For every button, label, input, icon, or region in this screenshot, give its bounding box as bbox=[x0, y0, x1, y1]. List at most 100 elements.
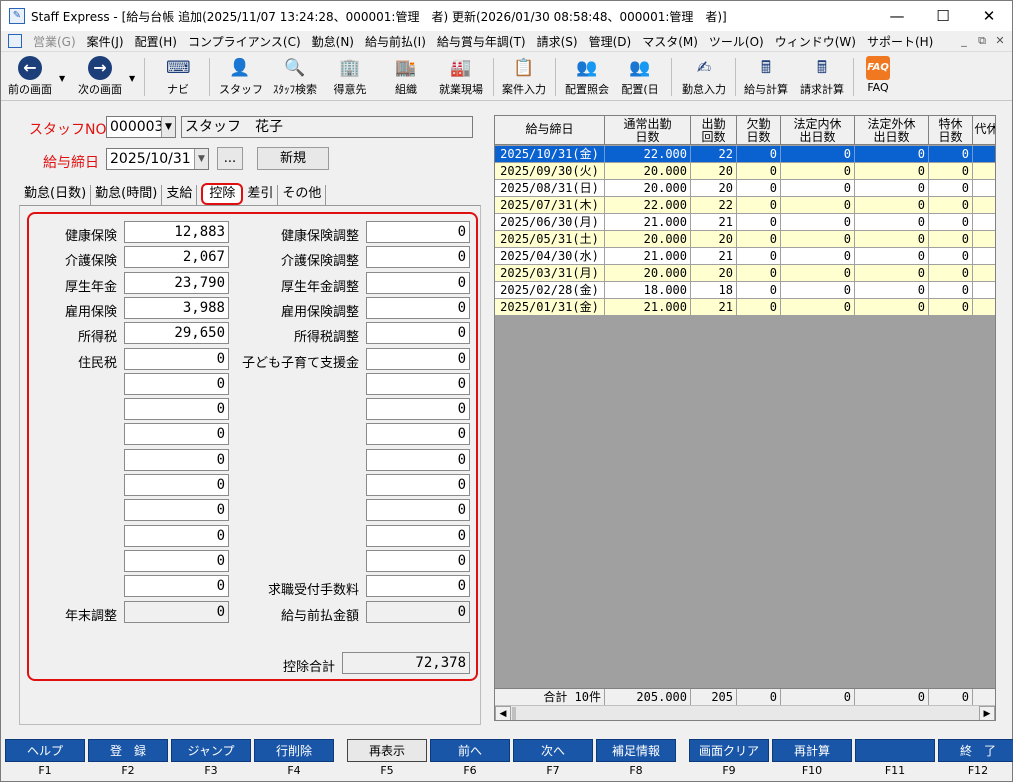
next-dropdown-icon[interactable]: ▼ bbox=[129, 74, 135, 83]
menu-assign[interactable]: 配置(H) bbox=[135, 33, 177, 50]
deduction-left-field-9[interactable]: 0 bbox=[124, 449, 229, 471]
table-row[interactable]: 2025/08/31(日)20.0002000000 bbox=[495, 180, 995, 197]
staff-search-button[interactable]: 🔍 ｽﾀｯﾌ検索 bbox=[267, 54, 323, 100]
tab-deductions[interactable]: 控除 bbox=[201, 183, 244, 205]
attendance-input-button[interactable]: ✍ 勤怠入力 bbox=[677, 54, 731, 100]
org-button[interactable]: 🏬 組織 bbox=[385, 54, 427, 100]
fkey-label[interactable]: 前へ bbox=[430, 739, 510, 762]
minimize-button[interactable]: — bbox=[874, 1, 920, 31]
deduction-right-field-3[interactable]: 0 bbox=[366, 297, 470, 319]
deduction-left-field-10[interactable]: 0 bbox=[124, 474, 229, 496]
fkey-f4[interactable]: 行削除 F4 bbox=[254, 739, 334, 782]
deduction-right-field-5[interactable]: 0 bbox=[366, 348, 470, 370]
deduction-left-field-0[interactable]: 12,883 bbox=[124, 221, 229, 243]
grid-header-cell[interactable]: 出勤 回数 bbox=[691, 116, 737, 144]
menu-billing[interactable]: 請求(S) bbox=[537, 33, 578, 50]
deduction-right-field-13[interactable]: 0 bbox=[366, 550, 470, 572]
assign-day-button[interactable]: 👥 配置(日 bbox=[617, 54, 663, 100]
assign-ref-button[interactable]: 👥 配置照会 bbox=[561, 54, 613, 100]
tab-net[interactable]: 差引 bbox=[243, 185, 279, 205]
fkey-f2[interactable]: 登 録 F2 bbox=[88, 739, 168, 782]
mdi-minimize-icon[interactable]: _ bbox=[956, 33, 972, 49]
table-row[interactable]: 2025/09/30(火)20.0002000000 bbox=[495, 163, 995, 180]
menu-window[interactable]: ウィンドウ(W) bbox=[775, 33, 856, 50]
deduction-left-field-1[interactable]: 2,067 bbox=[124, 246, 229, 268]
fkey-label[interactable]: ヘルプ bbox=[5, 739, 85, 762]
menu-master[interactable]: マスタ(M) bbox=[642, 33, 698, 50]
table-row[interactable]: 2025/05/31(土)20.0002000000 bbox=[495, 231, 995, 248]
fkey-f7[interactable]: 次へ F7 bbox=[513, 739, 593, 782]
date-picker-button[interactable]: ... bbox=[217, 147, 243, 170]
fkey-f12[interactable]: 終 了 F12 bbox=[938, 739, 1013, 782]
menu-app-icon[interactable] bbox=[8, 34, 22, 48]
fkey-label[interactable]: 行削除 bbox=[254, 739, 334, 762]
fkey-label[interactable]: 終 了 bbox=[938, 739, 1013, 762]
deduction-right-field-7[interactable]: 0 bbox=[366, 398, 470, 420]
work-site-button[interactable]: 🏭 就業現場 bbox=[433, 54, 489, 100]
staff-no-dropdown-icon[interactable]: ▼ bbox=[161, 117, 175, 137]
deduction-right-field-9[interactable]: 0 bbox=[366, 449, 470, 471]
fkey-label[interactable]: 登 録 bbox=[88, 739, 168, 762]
client-button[interactable]: 🏢 得意先 bbox=[329, 54, 371, 100]
fkey-label[interactable]: 次へ bbox=[513, 739, 593, 762]
deduction-left-field-11[interactable]: 0 bbox=[124, 499, 229, 521]
table-row[interactable]: 2025/10/31(金)22.0002200000 bbox=[495, 146, 995, 163]
deduction-right-field-6[interactable]: 0 bbox=[366, 373, 470, 395]
grid-header-cell[interactable]: 法定外休 出日数 bbox=[855, 116, 929, 144]
mdi-restore-icon[interactable]: ⧉ bbox=[974, 33, 990, 49]
deduction-left-field-6[interactable]: 0 bbox=[124, 373, 229, 395]
tab-payments[interactable]: 支給 bbox=[162, 185, 198, 205]
tab-attendance-hours[interactable]: 勤怠(時間) bbox=[91, 185, 163, 205]
fkey-f6[interactable]: 前へ F6 bbox=[430, 739, 510, 782]
menu-tools[interactable]: ツール(O) bbox=[709, 33, 764, 50]
fkey-f3[interactable]: ジャンプ F3 bbox=[171, 739, 251, 782]
grid-header-cell[interactable]: 欠勤 日数 bbox=[737, 116, 781, 144]
deduction-left-field-2[interactable]: 23,790 bbox=[124, 272, 229, 294]
pay-close-date-field[interactable]: 2025/10/31 ▼ bbox=[106, 148, 209, 170]
deduction-right-field-2[interactable]: 0 bbox=[366, 272, 470, 294]
deduction-right-field-12[interactable]: 0 bbox=[366, 525, 470, 547]
deduction-left-field-13[interactable]: 0 bbox=[124, 550, 229, 572]
fkey-label[interactable]: 補足情報 bbox=[596, 739, 676, 762]
deduction-right-field-14[interactable]: 0 bbox=[366, 575, 470, 597]
menu-prepay[interactable]: 給与前払(I) bbox=[365, 33, 426, 50]
fkey-f8[interactable]: 補足情報 F8 bbox=[596, 739, 676, 782]
fkey-label[interactable]: 再表示 bbox=[347, 739, 427, 762]
scroll-right-icon[interactable]: ▶ bbox=[979, 706, 995, 720]
next-screen-button[interactable]: → 次の画面 bbox=[71, 54, 129, 100]
grid-header-cell[interactable]: 給与締日 bbox=[495, 116, 605, 144]
scroll-left-icon[interactable]: ◀ bbox=[495, 706, 511, 720]
staff-no-combo[interactable]: 000003 ▼ bbox=[106, 116, 176, 138]
deduction-right-field-8[interactable]: 0 bbox=[366, 423, 470, 445]
scroll-thumb[interactable] bbox=[512, 707, 516, 720]
fkey-f9[interactable]: 画面クリア F9 bbox=[689, 739, 769, 782]
tab-attendance-days[interactable]: 勤怠(日数) bbox=[20, 185, 92, 205]
deduction-right-field-4[interactable]: 0 bbox=[366, 322, 470, 344]
table-row[interactable]: 2025/04/30(水)21.0002100000 bbox=[495, 248, 995, 265]
menu-sales[interactable]: 営業(G) bbox=[33, 33, 76, 50]
new-button[interactable]: 新規 bbox=[257, 147, 329, 170]
deduction-right-field-1[interactable]: 0 bbox=[366, 246, 470, 268]
payroll-calc-button[interactable]: 🖩 給与計算 bbox=[739, 54, 793, 100]
prev-dropdown-icon[interactable]: ▼ bbox=[59, 74, 65, 83]
faq-button[interactable]: FAQ FAQ bbox=[859, 54, 897, 100]
deduction-left-field-5[interactable]: 0 bbox=[124, 348, 229, 370]
case-input-button[interactable]: 📋 案件入力 bbox=[497, 54, 551, 100]
deduction-left-field-3[interactable]: 3,988 bbox=[124, 297, 229, 319]
table-row[interactable]: 2025/02/28(金)18.0001800000 bbox=[495, 282, 995, 299]
fkey-label[interactable] bbox=[855, 739, 935, 762]
table-row[interactable]: 2025/01/31(金)21.0002100000 bbox=[495, 299, 995, 316]
fkey-f5[interactable]: 再表示 F5 bbox=[347, 739, 427, 782]
deduction-right-field-11[interactable]: 0 bbox=[366, 499, 470, 521]
deduction-left-field-7[interactable]: 0 bbox=[124, 398, 229, 420]
fkey-label[interactable]: ジャンプ bbox=[171, 739, 251, 762]
grid-header-cell[interactable]: 特休 日数 bbox=[929, 116, 973, 144]
table-row[interactable]: 2025/07/31(木)22.0002200000 bbox=[495, 197, 995, 214]
fkey-label[interactable]: 画面クリア bbox=[689, 739, 769, 762]
deduction-left-field-14[interactable]: 0 bbox=[124, 575, 229, 597]
grid-header-cell[interactable]: 通常出勤 日数 bbox=[605, 116, 691, 144]
fkey-f10[interactable]: 再計算 F10 bbox=[772, 739, 852, 782]
mdi-close-icon[interactable]: ✕ bbox=[992, 33, 1008, 49]
menu-payroll[interactable]: 給与賞与年調(T) bbox=[437, 33, 526, 50]
table-row[interactable]: 2025/03/31(月)20.0002000000 bbox=[495, 265, 995, 282]
